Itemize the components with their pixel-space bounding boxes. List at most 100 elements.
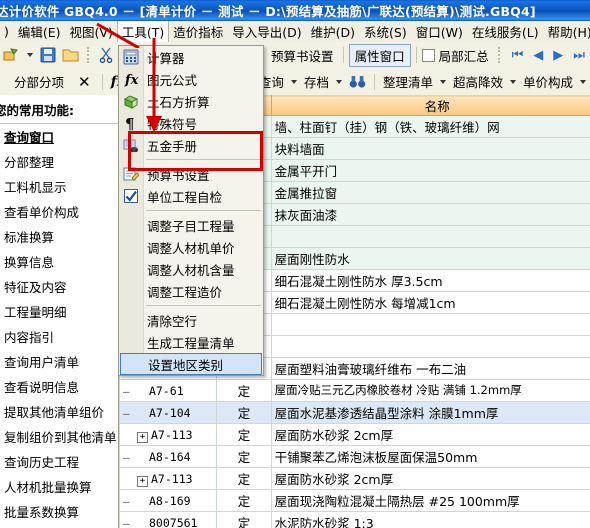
sidebar-item-query-window[interactable]: 查询窗口 bbox=[0, 124, 118, 149]
dropdown-item-4[interactable]: ¶ 特殊符号 bbox=[119, 112, 263, 134]
table-row[interactable]: —A7-104定屋面水泥基渗透结晶型涂料 涂膜1mm厚屋面防 bbox=[119, 401, 590, 424]
archive-button[interactable]: 存档 bbox=[301, 72, 332, 91]
cell-code[interactable]: — A8-164 bbox=[119, 445, 218, 468]
dropdown-item-3[interactable]: 土石方折算 bbox=[119, 90, 263, 112]
super-high-button[interactable]: 超高降效 bbox=[450, 72, 506, 91]
tidy-list-dropdown-icon[interactable] bbox=[439, 79, 446, 84]
close-tab-icon[interactable]: ✕ bbox=[72, 73, 97, 91]
nav-last-icon[interactable]: ⏭ bbox=[568, 48, 590, 63]
menu-item-window[interactable]: 窗口(W) bbox=[411, 21, 468, 42]
cell-name[interactable]: 细石混凝土刚性防水 每增减1cm bbox=[270, 291, 590, 314]
tab-fenbufenxiang[interactable]: 分部分项 bbox=[0, 72, 72, 91]
property-window-button[interactable]: 属性窗口 bbox=[348, 43, 411, 67]
dropdown-item-5[interactable]: 五金手册 bbox=[119, 134, 263, 156]
cell-code[interactable]: + A7-113 bbox=[119, 467, 218, 490]
sidebar-item-batch-coefficient[interactable]: 批量系数换算 bbox=[0, 499, 118, 524]
cell-category[interactable]: 定 bbox=[216, 423, 272, 446]
cell-name[interactable]: 屋面防水砂浆 2cm厚 bbox=[270, 467, 590, 490]
binoculars-icon[interactable] bbox=[346, 74, 369, 90]
query-dropdown-icon[interactable] bbox=[290, 79, 297, 84]
sidebar-item-material-display[interactable]: 工料机显示 bbox=[0, 174, 118, 199]
cell-code[interactable]: — 8007561 bbox=[119, 511, 218, 528]
budget-settings-label[interactable]: 预算书设置 bbox=[267, 46, 338, 65]
save-icon[interactable] bbox=[37, 46, 59, 64]
dropdown-item-7[interactable]: 单位工程自检 bbox=[119, 185, 263, 207]
menu-item-system[interactable]: 系统(S) bbox=[359, 21, 412, 42]
menu-item-view[interactable]: 视图(V) bbox=[65, 21, 118, 42]
menu-item-edit[interactable]: 编辑(E) bbox=[13, 21, 66, 42]
archive-dropdown-icon[interactable] bbox=[335, 79, 342, 84]
open-project-dropdown-icon[interactable] bbox=[27, 53, 33, 57]
dropdown-item-14[interactable]: 设置地区类别 bbox=[120, 353, 262, 375]
expand-plus-icon[interactable]: + bbox=[137, 475, 148, 487]
cell-code[interactable]: — A7-104 bbox=[119, 401, 218, 424]
cell-name[interactable]: 屋面塑料油膏玻璃纤维布 一布二油 bbox=[270, 357, 590, 380]
cell-name[interactable]: 屋面现浇陶粒混凝土隔热层 #25 100mm厚 bbox=[270, 489, 590, 512]
sidebar-item-view-unit-price[interactable]: 查看单价构成 bbox=[0, 199, 118, 224]
menu-item-help[interactable]: 帮助(H) bbox=[543, 21, 590, 42]
sidebar-item-super-high-reduction[interactable]: 超高降效 bbox=[0, 524, 118, 528]
table-row[interactable]: —A8-169定屋面现浇陶粒混凝土隔热层 #25 100mm厚屋面防 bbox=[119, 489, 590, 512]
menu-item-file[interactable]: ) bbox=[0, 22, 14, 41]
cell-name[interactable]: 墙、柱面钉（挂）钢（铁、玻璃纤维）网 bbox=[270, 115, 590, 138]
dropdown-item-2[interactable]: fx 图元公式 bbox=[119, 68, 263, 90]
dropdown-item-6[interactable]: 预算书设置 bbox=[119, 163, 263, 185]
sidebar-item-query-user-list[interactable]: 查询用户清单 bbox=[0, 349, 118, 374]
cell-code[interactable]: — A7-61 bbox=[119, 379, 218, 402]
sidebar-item-features-content[interactable]: 特征及内容 bbox=[0, 274, 118, 299]
cell-category[interactable]: 定 bbox=[216, 445, 272, 468]
cell-name[interactable]: 金属推拉窗 bbox=[270, 181, 590, 204]
table-row[interactable]: —A8-164定干铺聚苯乙烯泡沫板屋面保温50mm屋面防 bbox=[119, 445, 590, 468]
sidebar-item-view-description[interactable]: 查看说明信息 bbox=[0, 374, 118, 399]
sidebar-item-query-history-project[interactable]: 查询历史工程 bbox=[0, 449, 118, 474]
sidebar-item-copy-price-to-other[interactable]: 复制组价到其他清单 bbox=[0, 424, 118, 449]
unit-price-dropdown-icon[interactable] bbox=[580, 79, 586, 84]
menu-item-import-export[interactable]: 导入导出(D) bbox=[227, 21, 306, 42]
menu-item-tools[interactable]: 工具(T) bbox=[116, 21, 170, 42]
dropdown-item-11[interactable]: 调整工程造价 bbox=[119, 280, 263, 302]
cell-category[interactable]: 定 bbox=[216, 467, 272, 490]
cell-category[interactable]: 定 bbox=[216, 489, 272, 512]
table-row[interactable]: —8007561定水泥防水砂浆 1:3屋面防 bbox=[119, 511, 590, 528]
cell-code[interactable]: — A8-169 bbox=[119, 489, 218, 512]
cell-name[interactable] bbox=[270, 313, 590, 336]
dropdown-item-10[interactable]: 调整人材机含量 bbox=[119, 258, 263, 280]
cell-name[interactable]: 干铺聚苯乙烯泡沫板屋面保温50mm bbox=[270, 445, 590, 468]
expand-plus-icon[interactable]: + bbox=[137, 431, 148, 443]
table-row[interactable]: +A7-113定屋面防水砂浆 2cm厚屋面防 bbox=[119, 467, 590, 490]
local-summary-checkbox[interactable] bbox=[421, 48, 435, 62]
dropdown-item-12[interactable]: 清除空行 bbox=[119, 309, 263, 331]
menu-item-cost-index[interactable]: 造价指标 bbox=[168, 21, 228, 42]
sidebar-item-standard-conversion[interactable]: 标准换算 bbox=[0, 224, 118, 249]
tools-dropdown-menu[interactable]: 计算器 fx 图元公式 土石方折算 ¶ 特殊符号 五金手册预算书设置 单位工程自检 调整子目工程… bbox=[118, 45, 264, 376]
cell-name[interactable]: 细石混凝土刚性防水 厚3.5cm bbox=[270, 269, 590, 292]
open-project-icon[interactable] bbox=[0, 46, 23, 64]
sidebar-item-extract-other-price[interactable]: 提取其他清单组价 bbox=[0, 399, 118, 424]
unit-price-button[interactable]: 单价构成 bbox=[520, 72, 576, 91]
column-header-name[interactable]: 名称 bbox=[270, 95, 590, 116]
sidebar-item-content-guide[interactable]: 内容指引 bbox=[0, 324, 118, 349]
cell-name[interactable]: 块料墙面 bbox=[270, 137, 590, 160]
cell-category[interactable]: 定 bbox=[216, 379, 272, 402]
cell-category[interactable]: 定 bbox=[216, 511, 272, 528]
dropdown-item-8[interactable]: 调整子目工程量 bbox=[119, 214, 263, 236]
cell-name[interactable]: 金属平开门 bbox=[270, 159, 590, 182]
table-row[interactable]: —A7-61定屋面冷贴三元乙丙橡胶卷材 冷贴 满铺 1.2mm厚屋面防 bbox=[119, 379, 590, 402]
table-row[interactable]: +A7-113定屋面防水砂浆 2cm厚屋面防 bbox=[119, 423, 590, 446]
sidebar-item-quantity-detail[interactable]: 工程量明细 bbox=[0, 299, 118, 324]
sidebar-item-division-tidy[interactable]: 分部整理 bbox=[0, 149, 118, 174]
dropdown-item-9[interactable]: 调整人材机单价 bbox=[119, 236, 263, 258]
cell-name[interactable] bbox=[270, 225, 590, 248]
super-high-dropdown-icon[interactable] bbox=[509, 79, 516, 84]
cut-icon[interactable] bbox=[96, 46, 116, 64]
tidy-list-button[interactable]: 整理清单 bbox=[380, 72, 436, 91]
dropdown-item-13[interactable]: 生成工程量清单 bbox=[119, 331, 263, 353]
dropdown-item-1[interactable]: 计算器 bbox=[119, 46, 263, 68]
cell-name[interactable]: 水泥防水砂浆 1:3 bbox=[270, 511, 590, 528]
sidebar-item-conversion-info[interactable]: 换算信息 bbox=[0, 249, 118, 274]
nav-prev-icon[interactable]: ◀ bbox=[528, 48, 548, 63]
cell-name[interactable]: 屋面防水砂浆 2cm厚 bbox=[270, 423, 590, 446]
cell-name[interactable] bbox=[270, 335, 590, 358]
open-folder-icon[interactable] bbox=[59, 46, 82, 64]
cell-code[interactable]: + A7-113 bbox=[119, 423, 218, 446]
